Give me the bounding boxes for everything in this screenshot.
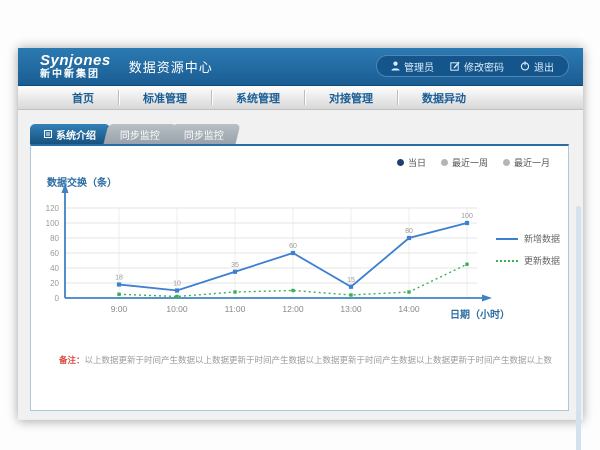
tab-sync-monitor-2-label: 同步监控 (184, 127, 224, 142)
footnote-label: 备注： (59, 355, 85, 365)
data-point[interactable] (465, 263, 468, 266)
data-point[interactable] (349, 285, 353, 289)
footnote-text: 以上数据更新于时间产生数据以上数据更新于时间产生数据以上数据更新于时间产生数据以… (85, 355, 552, 365)
filter-last-month-label: 最近一月 (514, 156, 550, 169)
user-menu-change-password[interactable]: 修改密码 (450, 59, 504, 74)
footnote: 备注：以上数据更新于时间产生数据以上数据更新于时间产生数据以上数据更新于时间产生… (59, 354, 552, 366)
power-icon (520, 61, 530, 71)
data-point[interactable] (407, 236, 411, 240)
data-point-label: 100 (461, 213, 473, 220)
app-window: Synjones 新中新集团 数据资源中心 管理员 修改密码 退出 (18, 48, 583, 420)
data-point[interactable] (349, 293, 352, 296)
data-point-label: 35 (231, 262, 239, 269)
tab-sync-monitor-1[interactable]: 同步监控 (104, 124, 177, 144)
vertical-scrollbar[interactable] (576, 206, 581, 450)
data-point-label: 15 (347, 277, 355, 284)
radio-icon (441, 159, 448, 166)
user-menu-change-password-label: 修改密码 (464, 59, 504, 74)
chart-panel: 当日 最近一周 最近一月 数据交换（条） 0204060801001209:00… (30, 144, 569, 411)
y-tick-label: 80 (50, 234, 59, 243)
data-point-label: 18 (115, 275, 123, 282)
data-point[interactable] (233, 290, 236, 293)
y-tick-label: 20 (50, 279, 59, 288)
x-axis-title: 日期（小时） (450, 306, 510, 321)
user-menu-logout[interactable]: 退出 (520, 59, 554, 74)
tab-icon (44, 130, 52, 138)
content-area: 系统介绍 同步监控 同步监控 当日 最近一周 (18, 110, 583, 419)
logo-secondary: 新中新集团 (40, 70, 111, 80)
filter-last-week-label: 最近一周 (452, 156, 488, 169)
filter-last-week[interactable]: 最近一周 (441, 156, 488, 169)
radio-icon (503, 159, 510, 166)
nav-item-integration-mgmt[interactable]: 对接管理 (305, 86, 397, 109)
user-menu-admin-label: 管理员 (404, 59, 434, 74)
data-point[interactable] (465, 221, 469, 225)
filter-today-label: 当日 (408, 156, 426, 169)
user-menu-admin[interactable]: 管理员 (391, 59, 434, 74)
legend-item-new-data[interactable]: 新增数据 (496, 232, 560, 245)
tab-sync-monitor-2[interactable]: 同步监控 (168, 124, 241, 144)
tab-sync-monitor-1-label: 同步监控 (120, 127, 160, 142)
data-point[interactable] (175, 295, 178, 298)
header: Synjones 新中新集团 数据资源中心 管理员 修改密码 退出 (18, 48, 583, 86)
page-canvas: Synjones 新中新集团 数据资源中心 管理员 修改密码 退出 (0, 0, 600, 450)
user-menu-logout-label: 退出 (534, 59, 554, 74)
tab-system-intro[interactable]: 系统介绍 (30, 124, 110, 144)
nav-item-system-mgmt[interactable]: 系统管理 (212, 86, 304, 109)
y-tick-label: 100 (46, 219, 60, 228)
x-tick-label: 14:00 (398, 304, 420, 314)
data-point[interactable] (233, 270, 237, 274)
nav-item-data-change[interactable]: 数据异动 (398, 86, 490, 109)
x-tick-label: 9:00 (111, 304, 128, 314)
y-tick-label: 120 (46, 204, 60, 213)
y-axis-arrow (62, 183, 69, 193)
page-title: 数据资源中心 (129, 57, 213, 76)
user-icon (391, 61, 400, 71)
data-point[interactable] (291, 289, 294, 292)
logo: Synjones 新中新集团 (40, 53, 111, 80)
x-tick-label: 10:00 (166, 304, 188, 314)
edit-icon (450, 61, 460, 71)
range-filter: 当日 最近一周 最近一月 (397, 156, 550, 169)
nav-item-standard-mgmt[interactable]: 标准管理 (119, 86, 211, 109)
chart-legend: 新增数据 更新数据 (496, 232, 560, 267)
data-point[interactable] (175, 288, 179, 292)
data-point-label: 80 (405, 228, 413, 235)
x-axis-arrow (482, 295, 492, 302)
y-tick-label: 60 (50, 249, 59, 258)
chart-wrap: 0 20 40 60 80 100 120 9:00 10:00 11:00 12:00 13:00 1… (37, 172, 507, 329)
filter-last-month[interactable]: 最近一月 (503, 156, 550, 169)
legend-item-updated-data[interactable]: 更新数据 (496, 254, 560, 267)
tab-system-intro-label: 系统介绍 (56, 127, 96, 142)
user-menu: 管理员 修改密码 退出 (376, 55, 569, 77)
legend-new-data-label: 新增数据 (524, 232, 560, 245)
data-point-label: 60 (289, 243, 297, 250)
dotted-line-swatch (496, 260, 518, 262)
nav-item-home[interactable]: 首页 (48, 86, 118, 109)
radio-selected-icon (397, 159, 404, 166)
x-tick-label: 13:00 (340, 304, 362, 314)
data-point[interactable] (117, 282, 121, 286)
data-point-label: 10 (173, 281, 181, 288)
data-point[interactable] (291, 251, 295, 255)
line-chart: 0 20 40 60 80 100 120 9:00 10:00 11:00 12:00 13:00 1… (37, 172, 507, 324)
x-tick-label: 11:00 (225, 304, 246, 314)
data-point[interactable] (407, 290, 410, 293)
y-tick-label: 40 (50, 264, 59, 273)
solid-line-swatch (496, 238, 518, 240)
main-nav: 首页 标准管理 系统管理 对接管理 数据异动 (18, 86, 583, 110)
filter-today[interactable]: 当日 (397, 156, 426, 169)
logo-primary: Synjones (40, 53, 111, 68)
tab-bar: 系统介绍 同步监控 同步监控 (30, 124, 583, 144)
y-tick-label: 0 (55, 294, 60, 303)
legend-updated-data-label: 更新数据 (524, 254, 560, 267)
data-point[interactable] (117, 293, 120, 296)
x-tick-label: 12:00 (282, 304, 304, 314)
